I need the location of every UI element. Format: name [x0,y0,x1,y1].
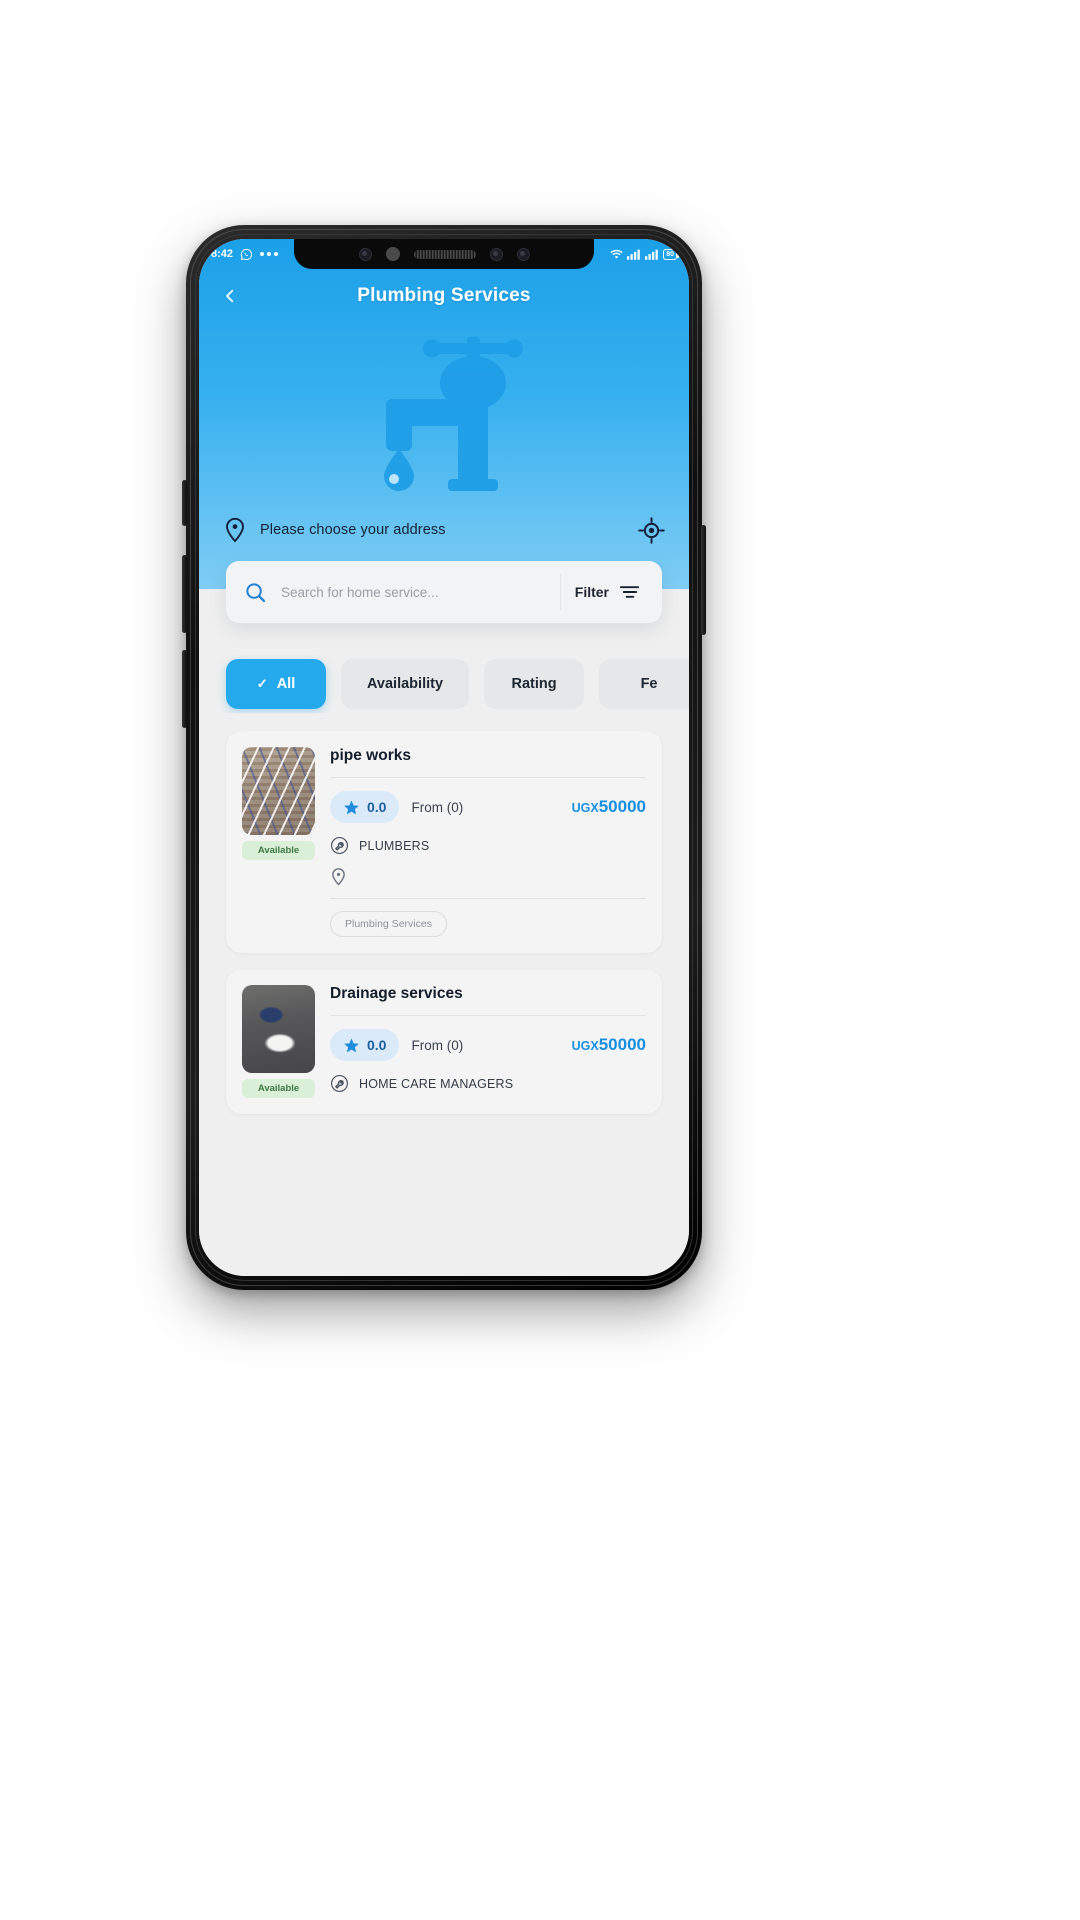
filter-chip-label: Fe [640,676,658,692]
wrench-icon [330,836,349,855]
service-info: Drainage services 0.0 From (0) UGX50000 … [330,985,646,1098]
service-thumbnail-image [242,747,315,835]
page-title: Plumbing Services [357,285,531,306]
more-notifications-dots [260,252,279,256]
check-icon: ✓ [256,676,268,691]
category-row: HOME CARE MANAGERS [330,1066,646,1095]
category-label: PLUMBERS [359,838,430,853]
search-section: Filter [226,561,662,623]
faucet-illustration [199,319,689,504]
service-card[interactable]: Available pipe works 0.0 From (0) UGX500… [226,731,662,953]
category-row: PLUMBERS [330,828,646,857]
address-text: Please choose your address [260,522,446,538]
status-bar-time: 8:42 [211,248,234,260]
device-button-volume-up[interactable] [182,555,187,633]
service-thumbnail-column: Available [242,985,315,1098]
review-count: From (0) [411,799,464,815]
signal-bars-secondary-icon [645,249,659,260]
search-input[interactable] [267,584,560,600]
location-row [330,857,646,898]
whatsapp-icon [240,248,253,261]
category-label: HOME CARE MANAGERS [359,1076,514,1091]
price-amount: 50000 [598,1035,646,1054]
phone-device-frame: 8:42 80 Plumbing Services Please choose … [182,225,706,1290]
star-icon [343,799,360,816]
rating-badge: 0.0 [330,1029,400,1061]
header-bar: Plumbing Services [199,273,689,319]
wrench-icon [330,1074,349,1093]
service-price: UGX50000 [572,1035,646,1055]
filter-chip-featured[interactable]: Fe [599,659,689,709]
chevron-left-icon [226,289,234,303]
availability-badge: Available [242,841,315,860]
filter-button[interactable]: Filter [559,574,652,610]
availability-badge: Available [242,1079,315,1098]
rating-value: 0.0 [367,799,387,815]
service-title: pipe works [330,747,411,764]
currency-label: UGX [571,1039,599,1053]
filter-chip-availability[interactable]: Availability [341,659,470,709]
service-price: UGX50000 [572,797,646,817]
service-thumbnail-image [242,985,315,1073]
service-info: pipe works 0.0 From (0) UGX50000 PLUMBER… [330,747,646,937]
device-button-power[interactable] [701,525,706,635]
hero-header: Plumbing Services Please choose your add… [199,239,689,589]
service-card[interactable]: Available Drainage services 0.0 From (0)… [226,969,662,1114]
star-icon [343,1037,360,1054]
filter-chip-label: Availability [367,676,444,692]
currency-label: UGX [571,801,599,815]
address-row[interactable]: Please choose your address [199,504,689,556]
filter-lines-icon [619,584,640,600]
service-thumbnail-column: Available [242,747,315,937]
service-card-list: Available pipe works 0.0 From (0) UGX500… [199,713,689,1114]
location-pin-icon [223,517,247,543]
filter-label: Filter [574,584,609,600]
signal-bars-icon [627,249,641,260]
search-icon [244,581,267,604]
location-pin-icon [330,867,347,886]
content-area: ✓ All Availability Rating Fe Available p… [199,589,689,1276]
gps-target-icon[interactable] [638,516,665,544]
service-title: Drainage services [330,985,463,1002]
device-button-mute[interactable] [182,480,187,526]
rating-price-row: 0.0 From (0) UGX50000 [330,778,646,828]
wifi-icon [610,249,623,260]
filter-chip-label: Rating [511,676,557,692]
service-tag[interactable]: Plumbing Services [330,911,447,937]
battery-level-text: 80 [666,250,674,258]
filter-chip-rating[interactable]: Rating [484,659,585,709]
rating-price-row: 0.0 From (0) UGX50000 [330,1016,646,1066]
tag-row: Plumbing Services [330,899,646,937]
review-count: From (0) [411,1037,464,1053]
battery-indicator: 80 [663,248,679,260]
price-amount: 50000 [598,797,646,816]
search-bar[interactable]: Filter [226,561,662,623]
back-button[interactable] [215,281,245,311]
phone-screen: 8:42 80 Plumbing Services Please choose … [199,239,689,1276]
filter-chip-all[interactable]: ✓ All [226,659,326,709]
status-bar: 8:42 80 [199,239,689,269]
rating-value: 0.0 [367,1037,387,1053]
rating-badge: 0.0 [330,791,400,823]
faucet-icon [383,336,523,491]
screenshot-stage: 8:42 80 Plumbing Services Please choose … [0,0,1080,1920]
device-button-volume-down[interactable] [182,650,187,728]
filter-chip-row[interactable]: ✓ All Availability Rating Fe [199,655,689,713]
filter-chip-label: All [276,676,296,692]
